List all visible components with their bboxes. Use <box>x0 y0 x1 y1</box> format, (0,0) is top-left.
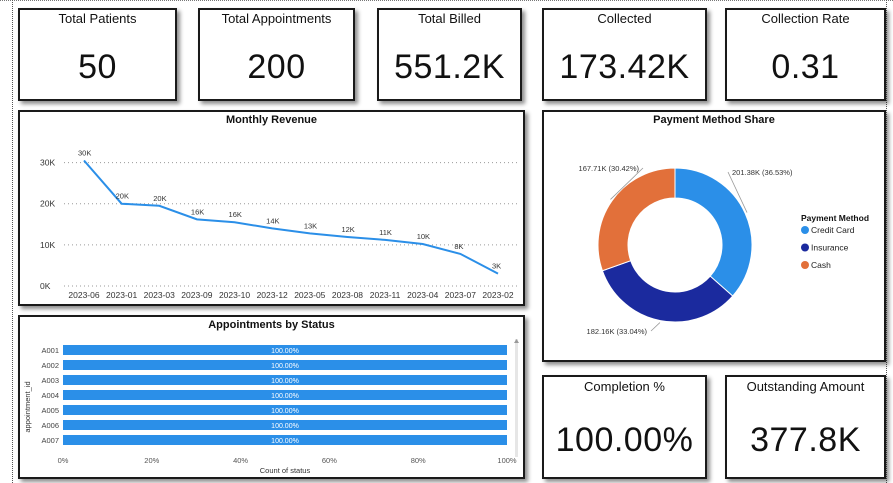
donut-slice-cash <box>597 167 676 272</box>
data-label: 20K <box>153 194 166 203</box>
scrollbar-track <box>515 339 518 457</box>
kpi-collection-rate[interactable]: Collection Rate 0.31 <box>725 8 886 101</box>
x-tick-label: 2023-08 <box>332 290 363 300</box>
data-label: 11K <box>379 228 392 237</box>
canvas-right-edge <box>886 0 887 483</box>
y-axis-title: appointment_id <box>23 381 32 432</box>
data-label: 3K <box>492 262 501 271</box>
y-tick-label: 20K <box>40 199 55 209</box>
donut-slice-insurance <box>601 260 734 323</box>
data-label: 182.16K (33.04%) <box>587 327 648 336</box>
data-label: 30K <box>78 149 91 158</box>
x-tick-label: 2023-11 <box>370 290 401 300</box>
canvas-top-edge <box>0 0 893 1</box>
x-tick-label: 60% <box>322 456 337 465</box>
kpi-label: Collection Rate <box>761 11 850 26</box>
y-tick-label: 10K <box>40 240 55 250</box>
x-tick-label: 2023-09 <box>181 290 212 300</box>
kpi-value: 200 <box>247 48 306 86</box>
appointments-status-card[interactable]: Appointments by Status 100.00% A001 100.00… <box>18 315 525 479</box>
legend-label: Insurance <box>811 243 849 253</box>
x-tick-label: 20% <box>144 456 159 465</box>
x-tick-label: 2023-01 <box>106 290 137 300</box>
data-label: 167.71K (30.42%) <box>579 164 640 173</box>
data-label: 100.00% <box>271 348 299 355</box>
kpi-value: 0.31 <box>771 48 840 86</box>
kpi-value: 173.42K <box>559 48 690 86</box>
kpi-collected[interactable]: Collected 173.42K <box>542 8 707 101</box>
revenue-series-line <box>83 159 499 275</box>
data-label: 8K <box>454 242 463 251</box>
x-tick-label: 80% <box>411 456 426 465</box>
scroll-up-arrow <box>514 339 519 343</box>
x-tick-label: 2023-03 <box>144 290 175 300</box>
legend-marker <box>801 261 809 269</box>
y-tick-label: A003 <box>41 376 59 385</box>
y-tick-label: A002 <box>41 361 59 370</box>
kpi-value: 551.2K <box>394 48 505 86</box>
legend-title: Payment Method <box>801 213 869 223</box>
y-tick-label: A001 <box>41 346 59 355</box>
y-tick-label: A005 <box>41 406 59 415</box>
kpi-total-appointments[interactable]: Total Appointments 200 <box>198 8 355 101</box>
data-label: 16K <box>191 207 204 216</box>
legend-label: Cash <box>811 260 831 270</box>
data-label: 16K <box>229 210 242 219</box>
x-tick-label: 2023-07 <box>445 290 476 300</box>
appointments-status-chart: 100.00% A001 100.00% A002 100.00% A003 100.00%… <box>23 339 519 475</box>
data-label: 201.38K (36.53%) <box>732 168 793 177</box>
kpi-total-billed[interactable]: Total Billed 551.2K <box>377 8 522 101</box>
payment-method-chart: 201.38K (36.53%) 182.16K (33.04%) 167.71K … <box>579 164 869 336</box>
kpi-value: 100.00% <box>555 421 694 459</box>
y-tick-label: A004 <box>41 391 59 400</box>
data-label: 12K <box>341 225 354 234</box>
kpi-label: Completion % <box>584 379 665 394</box>
data-label: 100.00% <box>271 438 299 445</box>
y-tick-label: 0K <box>40 281 51 291</box>
kpi-completion[interactable]: Completion % 100.00% <box>542 375 707 479</box>
x-tick-label: 2023-04 <box>407 290 438 300</box>
data-label: 14K <box>266 216 279 225</box>
payment-method-card[interactable]: Payment Method Share 201.38K (36.53%) 182… <box>542 110 886 362</box>
x-tick-label: 2023-12 <box>257 290 288 300</box>
canvas-left-edge <box>12 0 13 483</box>
kpi-total-patients[interactable]: Total Patients 50 <box>18 8 177 101</box>
donut-slice-credit-card <box>674 167 753 297</box>
x-tick-label: 100% <box>497 456 517 465</box>
kpi-label: Total Billed <box>418 11 481 26</box>
monthly-revenue-card[interactable]: Monthly Revenue 0K 10K 20K 30K 30K 2023-06 20K… <box>18 110 525 306</box>
kpi-value: 377.8K <box>750 421 861 459</box>
legend-marker <box>801 243 809 252</box>
kpi-label: Total Patients <box>58 11 137 26</box>
y-tick-label: 30K <box>40 158 55 168</box>
kpi-value: 50 <box>78 48 117 86</box>
x-tick-label: 2023-06 <box>68 290 99 300</box>
kpi-label: Collected <box>597 11 652 26</box>
x-tick-label: 40% <box>233 456 248 465</box>
kpi-label: Total Appointments <box>221 11 332 26</box>
data-label: 100.00% <box>271 423 299 430</box>
data-label: 100.00% <box>271 393 299 400</box>
legend-marker <box>801 226 809 234</box>
y-tick-label: A006 <box>41 421 59 430</box>
data-label: 100.00% <box>271 363 299 370</box>
label-leader-line <box>650 322 661 332</box>
monthly-revenue-chart: 0K 10K 20K 30K 30K 2023-06 20K 2023-01 20K 2023-0… <box>40 149 520 300</box>
x-tick-label: 0% <box>58 456 69 465</box>
kpi-outstanding[interactable]: Outstanding Amount 377.8K <box>725 375 886 479</box>
data-label: 100.00% <box>271 408 299 415</box>
data-label: 20K <box>116 192 129 201</box>
x-tick-label: 2023-02 <box>482 290 513 300</box>
data-label: 100.00% <box>271 378 299 385</box>
kpi-label: Outstanding Amount <box>746 379 865 394</box>
x-tick-label: 2023-10 <box>219 290 250 300</box>
data-label: 13K <box>304 221 317 230</box>
x-tick-label: 2023-05 <box>294 290 325 300</box>
x-axis-title: Count of status <box>260 466 311 475</box>
legend-label: Credit Card <box>811 225 855 235</box>
data-label: 10K <box>417 232 430 241</box>
y-tick-label: A007 <box>41 436 59 445</box>
